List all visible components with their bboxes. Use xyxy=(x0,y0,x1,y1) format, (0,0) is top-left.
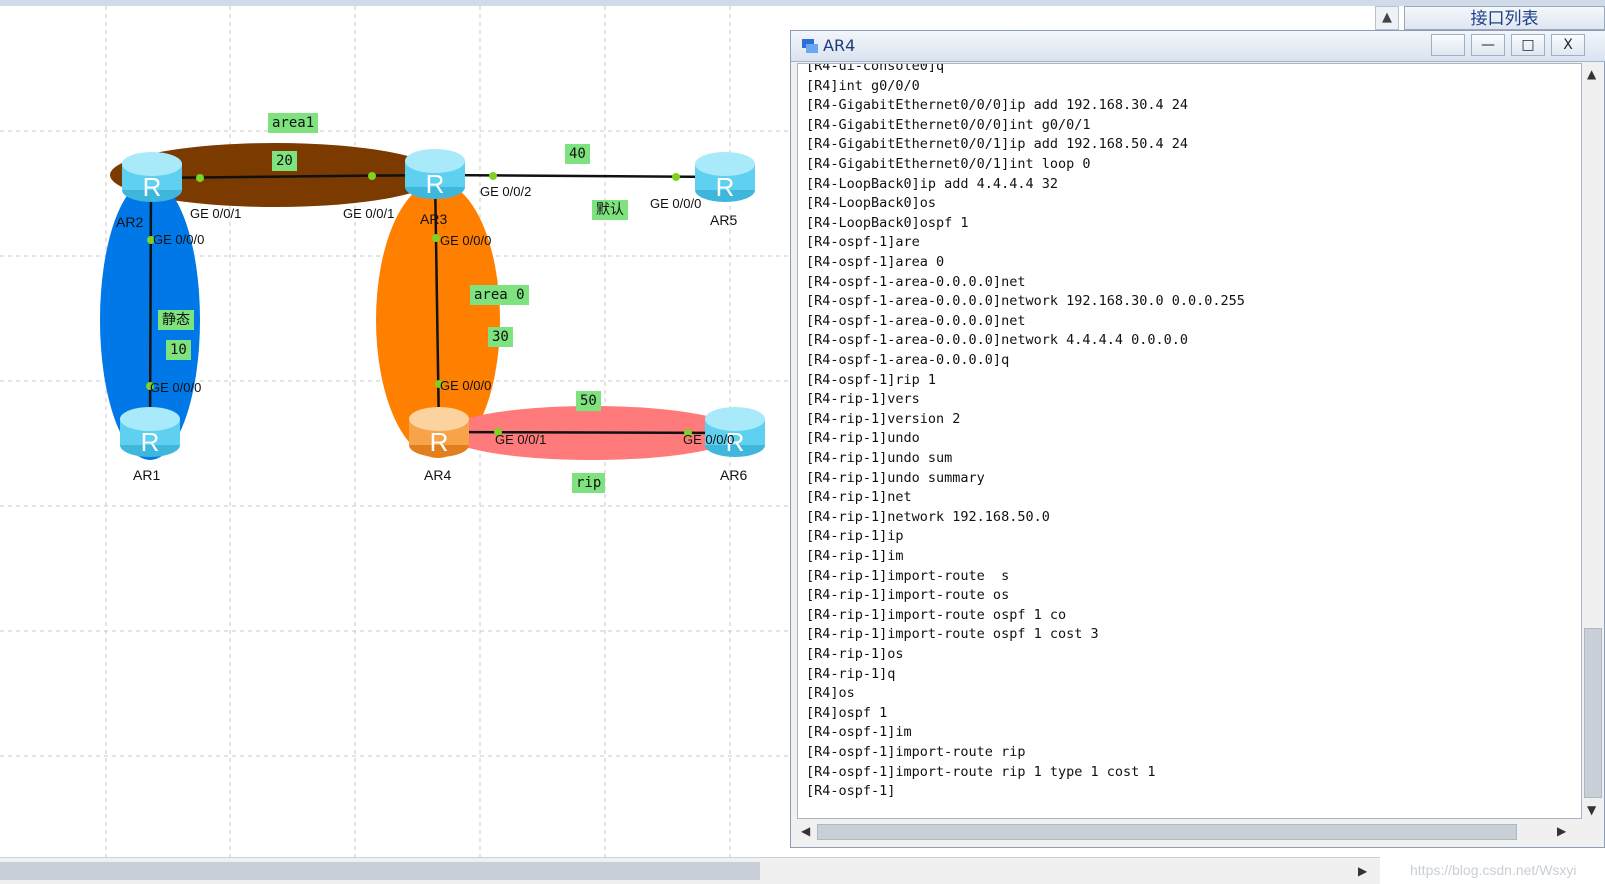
console-line: [R4-ospf-1-area-0.0.0.0]net xyxy=(806,312,1026,329)
console-line: [R4-rip-1]undo xyxy=(806,430,920,447)
port-ar6-ge000: GE 0/0/0 xyxy=(683,432,735,447)
router-ar5[interactable]: R xyxy=(695,152,755,202)
console-line: [R4-rip-1]network 192.168.50.0 xyxy=(806,508,1050,525)
label-default[interactable]: 默认 xyxy=(592,200,628,220)
svg-text:R: R xyxy=(143,172,162,202)
scroll-up-arrow-icon[interactable]: ▲ xyxy=(1587,67,1596,81)
console-line: [R4-ospf-1-area-0.0.0.0]q xyxy=(806,352,1010,368)
router-ar3[interactable]: R xyxy=(405,149,465,199)
console-line: [R4-ospf-1-area-0.0.0.0]network 4.4.4.4 … xyxy=(806,332,1189,349)
port-ar3-ge002: GE 0/0/2 xyxy=(480,184,532,199)
label-area1[interactable]: area1 xyxy=(268,113,319,133)
label-static[interactable]: 静态 xyxy=(158,310,194,330)
svg-text:R: R xyxy=(141,427,160,457)
router-ar2[interactable]: R xyxy=(122,152,182,202)
console-vertical-scrollbar[interactable]: ▲ ▼ xyxy=(1582,63,1604,819)
device-name-ar6: AR6 xyxy=(720,467,748,483)
scroll-right-arrow-icon[interactable]: ▶ xyxy=(1557,824,1566,838)
console-line: [R4-rip-1]undo sum xyxy=(806,450,953,466)
console-line: [R4-LoopBack0]ip add 4.4.4.4 32 xyxy=(806,175,1058,192)
console-line: [R4-GigabitEthernet0/0/0]int g0/0/1 xyxy=(806,116,1091,133)
console-line: [R4-rip-1]import-route ospf 1 co xyxy=(806,606,1067,623)
console-line: [R4-GigabitEthernet0/0/1]int loop 0 xyxy=(806,156,1091,172)
console-line: [R4]int g0/0/0 xyxy=(806,77,920,94)
console-line: [R4]os xyxy=(806,685,855,702)
console-line: [R4-rip-1]vers xyxy=(806,391,920,408)
ar4-console-window[interactable]: AR4 — □ X [R4-ui-console0]q [R4]int g0/0/… xyxy=(790,30,1605,848)
console-line: [R4-rip-1]undo summary xyxy=(806,469,985,486)
label-area0[interactable]: area 0 xyxy=(470,285,529,305)
minimize-button[interactable]: — xyxy=(1471,34,1505,56)
svg-text:R: R xyxy=(426,169,445,199)
interface-list-tab[interactable]: 接口列表 xyxy=(1404,6,1605,30)
console-line: [R4-ospf-1]import-route rip xyxy=(806,744,1026,760)
router-ar1[interactable]: R xyxy=(120,407,180,457)
svg-text:R: R xyxy=(430,427,449,457)
label-cost-10[interactable]: 10 xyxy=(166,340,191,360)
port-ar2-ge000: GE 0/0/0 xyxy=(153,232,205,247)
console-line: [R4-rip-1]os xyxy=(806,646,904,662)
device-name-ar4: AR4 xyxy=(424,467,452,483)
window-title: AR4 xyxy=(823,36,856,55)
canvas-horizontal-scrollbar[interactable]: ▶ xyxy=(0,857,1380,884)
console-line: [R4-ospf-1-area-0.0.0.0]network 192.168.… xyxy=(806,293,1245,310)
device-name-ar1: AR1 xyxy=(133,467,161,483)
port-ar4-ge001: GE 0/0/1 xyxy=(495,432,547,447)
console-output[interactable]: [R4-ui-console0]q [R4]int g0/0/0 [R4-Gigab… xyxy=(797,63,1582,819)
label-rip[interactable]: rip xyxy=(572,473,606,493)
scroll-down-arrow-icon[interactable]: ▼ xyxy=(1587,803,1596,817)
console-line: [R4-ospf-1-area-0.0.0.0]net xyxy=(806,273,1026,290)
console-line: [R4-LoopBack0]os xyxy=(806,195,937,212)
console-line: [R4-rip-1]import-route ospf 1 cost 3 xyxy=(806,626,1099,643)
label-cost-40[interactable]: 40 xyxy=(565,144,590,164)
console-line: [R4-rip-1]net xyxy=(806,489,912,506)
label-cost-50[interactable]: 50 xyxy=(576,391,601,411)
maximize-button[interactable]: □ xyxy=(1511,34,1545,56)
console-line: [R4]ospf 1 xyxy=(806,704,888,721)
window-layout-button[interactable] xyxy=(1431,34,1465,56)
vertical-scroll-thumb[interactable] xyxy=(1584,628,1602,798)
device-name-ar5: AR5 xyxy=(710,212,738,228)
port-ar4-ge000: GE 0/0/0 xyxy=(440,378,492,393)
port-ar3-ge001: GE 0/0/1 xyxy=(343,206,395,221)
console-line: [R4-ospf-1]area 0 xyxy=(806,254,945,270)
console-line: [R4-ospf-1]im xyxy=(806,724,912,741)
label-cost-30[interactable]: 30 xyxy=(488,327,513,347)
terminal-app-icon xyxy=(802,39,818,53)
device-name-ar3: AR3 xyxy=(420,211,448,227)
console-line: [R4-ospf-1] xyxy=(806,783,896,800)
console-line: [R4-ui-console0]q xyxy=(806,63,945,74)
console-line: [R4-rip-1]import-route os xyxy=(806,587,1010,604)
canvas-scroll-thumb[interactable] xyxy=(0,862,760,880)
console-line: [R4-ospf-1]rip 1 xyxy=(806,371,937,388)
device-name-ar2: AR2 xyxy=(116,214,144,230)
console-line: [R4-rip-1]ip xyxy=(806,528,904,545)
scroll-left-arrow-icon[interactable]: ◀ xyxy=(801,824,810,838)
window-titlebar[interactable]: AR4 — □ X xyxy=(791,31,1605,62)
port-ar2-ge001: GE 0/0/1 xyxy=(190,206,242,221)
label-cost-20[interactable]: 20 xyxy=(272,151,297,171)
console-line: [R4-rip-1]version 2 xyxy=(806,410,961,427)
close-button[interactable]: X xyxy=(1551,34,1585,56)
canvas-scroll-right-arrow-icon[interactable]: ▶ xyxy=(1358,864,1367,878)
console-line: [R4-ospf-1]are xyxy=(806,234,920,251)
router-ar4[interactable]: R xyxy=(409,407,469,457)
watermark: https://blog.csdn.net/Wsxyi xyxy=(1410,862,1577,878)
console-line: [R4-ospf-1]import-route rip 1 type 1 cos… xyxy=(806,763,1156,780)
console-line: [R4-rip-1]q xyxy=(806,665,896,682)
svg-text:R: R xyxy=(716,172,735,202)
canvas-scroll-up-button[interactable]: ▲ xyxy=(1375,6,1399,30)
link-ar3-ar5 xyxy=(434,173,726,179)
console-line: [R4-GigabitEthernet0/0/1]ip add 192.168.… xyxy=(806,136,1189,153)
horizontal-scroll-thumb[interactable] xyxy=(817,824,1517,840)
console-horizontal-scrollbar[interactable]: ◀ ▶ xyxy=(797,821,1582,843)
console-line: [R4-GigabitEthernet0/0/0]ip add 192.168.… xyxy=(806,97,1189,114)
port-ar3-ge000: GE 0/0/0 xyxy=(440,233,492,248)
port-ar5-ge000: GE 0/0/0 xyxy=(650,196,702,211)
console-line: [R4-rip-1]import-route s xyxy=(806,567,1010,584)
port-ar1-ge000: GE 0/0/0 xyxy=(150,380,202,395)
console-line: [R4-LoopBack0]ospf 1 xyxy=(806,214,969,231)
console-line: [R4-rip-1]im xyxy=(806,548,904,564)
